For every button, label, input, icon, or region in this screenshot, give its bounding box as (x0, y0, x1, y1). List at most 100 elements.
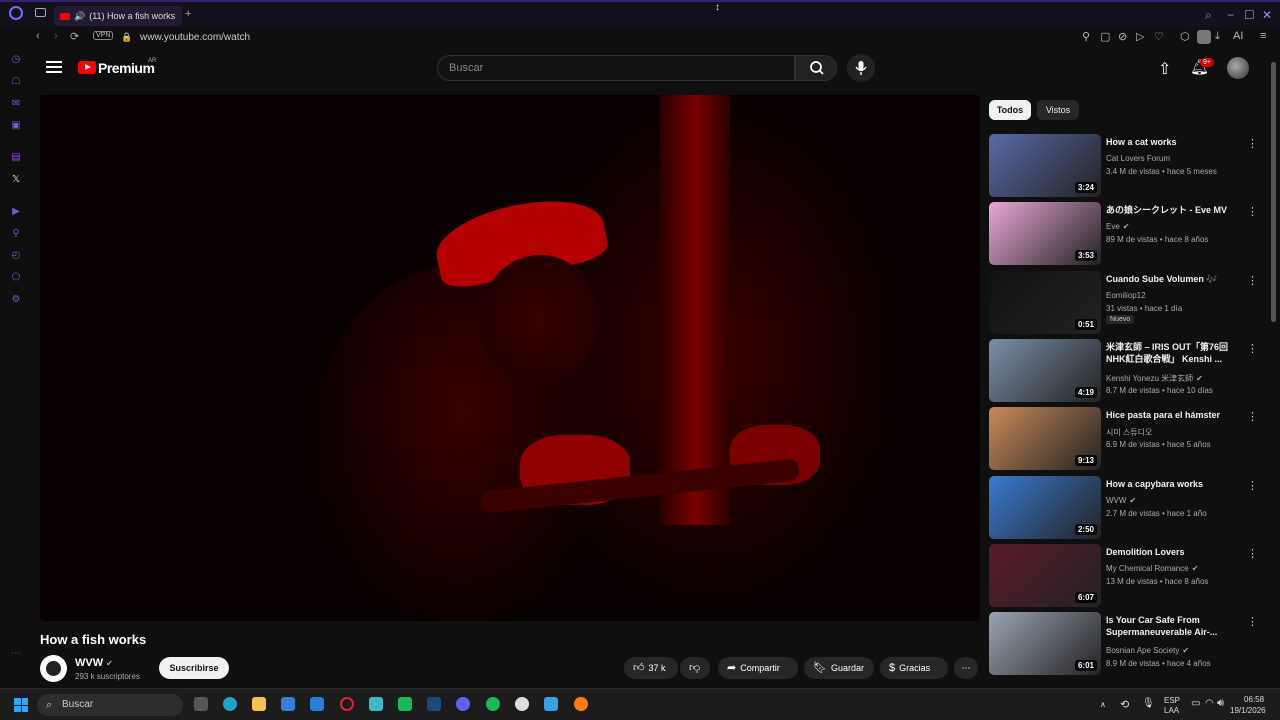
clock-time[interactable]: 06:58 (1244, 695, 1264, 704)
channel-name-row[interactable]: WVW ✔ (75, 657, 113, 669)
recommendation-channel[interactable]: Eomiliop12 (1106, 291, 1146, 300)
sidebar-clock-icon[interactable]: ◴ (10, 250, 22, 262)
more-vert-icon[interactable]: ⋮ (1247, 274, 1258, 287)
twitch-icon[interactable]: ▤ (10, 152, 22, 164)
windows-start-icon[interactable] (14, 698, 28, 712)
speaker-icon[interactable]: 🔊 (74, 11, 85, 22)
taskbar-search[interactable]: ⌕ Buscar (37, 694, 183, 716)
back-icon[interactable]: ‹ (36, 30, 40, 42)
channel-name[interactable]: WVW (75, 657, 103, 669)
sidebar-history-icon[interactable]: ◷ (10, 54, 22, 66)
recommendation-title[interactable]: How a cat works (1106, 136, 1246, 148)
like-button[interactable]: 👍︎ 37 k (624, 657, 678, 679)
more-vert-icon[interactable]: ⋮ (1247, 547, 1258, 560)
discord-icon[interactable] (456, 697, 470, 711)
forward-icon[interactable]: › (54, 30, 58, 42)
recommendation-title[interactable]: 米津玄師 – IRIS OUT「第76回NHK紅白歌合戦」 Kenshi ... (1106, 341, 1246, 365)
search-input[interactable]: Buscar (437, 55, 795, 81)
task-view-icon[interactable] (194, 697, 208, 711)
youtube-logo-icon[interactable] (78, 61, 96, 74)
sidebar-workspace-icon[interactable]: ☖ (10, 76, 22, 88)
sidebar-pin-icon[interactable]: ⚲ (10, 228, 22, 240)
notepad-icon[interactable] (369, 697, 383, 711)
recommendation-item[interactable]: 6:07 Demolition Lovers My Chemical Romance… (989, 544, 1269, 610)
menu-icon[interactable]: ≡ (1260, 30, 1266, 42)
sidebar-feed-icon[interactable]: ⬠ (10, 272, 22, 284)
sublime-icon[interactable] (398, 697, 412, 711)
close-icon[interactable]: ✕ (1262, 8, 1272, 22)
github-icon[interactable] (515, 697, 529, 711)
spotify-icon[interactable] (486, 697, 500, 711)
more-vert-icon[interactable]: ⋮ (1247, 137, 1258, 150)
sidebar-tv-icon[interactable]: ▣ (10, 120, 22, 132)
steam-icon[interactable] (427, 697, 441, 711)
recommendation-item[interactable]: 3:24 How a cat works Cat Lovers Forum 3.4 M… (989, 134, 1269, 200)
recommendation-thumbnail[interactable]: 9:13 (989, 407, 1101, 470)
vpn-badge[interactable]: VPN (93, 31, 114, 40)
snapshot-icon[interactable]: ▢ (1100, 30, 1110, 43)
channel-avatar[interactable] (40, 655, 67, 682)
extensions-icon[interactable]: ⬡ (1180, 30, 1190, 43)
player-icon[interactable]: ▷ (1136, 30, 1144, 43)
recommendation-title[interactable]: Hice pasta para el hámster (1106, 409, 1246, 421)
recommendation-thumbnail[interactable]: 6:07 (989, 544, 1101, 607)
video-player[interactable] (40, 95, 980, 621)
recommendation-channel[interactable]: Bosnian Ape Society (1106, 646, 1179, 655)
recommendation-thumbnail[interactable]: 2:50 (989, 476, 1101, 539)
sidebar-messenger-icon[interactable]: ✉ (10, 98, 22, 110)
volume-icon[interactable]: 🔊︎ (1217, 697, 1224, 710)
lock-icon[interactable]: 🔒 (121, 32, 132, 43)
recommendation-title[interactable]: How a capybara works (1106, 478, 1246, 490)
more-actions-button[interactable]: ⋯ (954, 657, 978, 679)
reload-icon[interactable]: ⟳ (70, 30, 79, 43)
aria-ai-icon[interactable]: AI (1233, 30, 1243, 42)
monitor-icon[interactable]: ▭ (1191, 698, 1200, 709)
opera-icon[interactable] (340, 697, 354, 711)
recommendation-item[interactable]: 2:50 How a capybara works WVW ✔ 2.7 M de vis… (989, 476, 1269, 542)
store-icon[interactable] (281, 697, 295, 711)
recommendation-item[interactable]: 3:53 あの娘シークレット - Eve MV Eve ✔ 89 M de vistas… (989, 202, 1269, 268)
chip-todos[interactable]: Todos (989, 100, 1031, 120)
maximize-icon[interactable]: ☐ (1244, 8, 1255, 22)
tray-chevron-icon[interactable]: ∧ (1100, 700, 1106, 709)
x-twitter-icon[interactable]: 𝕏 (10, 174, 22, 186)
account-avatar[interactable] (1227, 57, 1249, 79)
recommendation-thumbnail[interactable]: 0:51 (989, 271, 1101, 334)
sidebar-more-icon[interactable]: ⋯ (10, 648, 22, 660)
firefox-icon[interactable] (574, 697, 588, 711)
more-vert-icon[interactable]: ⋮ (1247, 410, 1258, 423)
new-tab-button[interactable]: + (185, 8, 191, 20)
recommendation-title[interactable]: Demolition Lovers (1106, 546, 1246, 558)
recommendation-channel[interactable]: 시미 스튜디오 (1106, 428, 1152, 437)
minimize-icon[interactable]: − (1227, 8, 1234, 22)
recommendation-thumbnail[interactable]: 6:01 (989, 612, 1101, 675)
microphone-tray-icon[interactable]: 🎙︎ (1142, 698, 1155, 709)
recommendation-title[interactable]: あの娘シークレット - Eve MV (1106, 204, 1246, 216)
language-top[interactable]: ESP (1164, 696, 1180, 705)
recommendation-item[interactable]: 6:01 Is Your Car Safe From Supermaneuvera… (989, 612, 1269, 678)
recommendation-thumbnail[interactable]: 3:53 (989, 202, 1101, 265)
recommendation-channel[interactable]: Eve (1106, 222, 1120, 231)
more-vert-icon[interactable]: ⋮ (1247, 342, 1258, 355)
language-bottom[interactable]: LAA (1164, 706, 1179, 715)
recommendation-item[interactable]: 9:13 Hice pasta para el hámster 시미 스튜디오 6.9… (989, 407, 1269, 473)
scrollbar[interactable] (1271, 62, 1276, 322)
pin-icon[interactable]: ⚲ (1082, 30, 1090, 43)
more-vert-icon[interactable]: ⋮ (1247, 205, 1258, 218)
tab-menu-icon[interactable] (35, 8, 46, 17)
edge-icon[interactable] (223, 697, 237, 711)
recommendation-item[interactable]: 0:51 Cuando Sube Volumen 🎶 Eomiliop12 31 vi… (989, 271, 1269, 337)
recommendation-thumbnail[interactable]: 4:19 (989, 339, 1101, 402)
chip-vistos[interactable]: Vistos (1037, 100, 1079, 120)
recommendation-channel[interactable]: WVW (1106, 496, 1126, 505)
hamburger-menu-icon[interactable] (46, 61, 62, 73)
recommendation-title[interactable]: Cuando Sube Volumen 🎶 (1106, 273, 1246, 285)
heart-icon[interactable]: ♡ (1154, 30, 1164, 43)
logo-text[interactable]: Premium (98, 60, 155, 76)
upload-icon[interactable]: ⇧ (1158, 59, 1171, 79)
more-vert-icon[interactable]: ⋮ (1247, 615, 1258, 628)
subscribe-button[interactable]: Suscribirse (159, 657, 229, 679)
clock-date[interactable]: 19/1/2026 (1230, 706, 1266, 715)
wifi-icon[interactable]: ◠ (1205, 698, 1214, 709)
voice-search-button[interactable] (847, 54, 875, 82)
